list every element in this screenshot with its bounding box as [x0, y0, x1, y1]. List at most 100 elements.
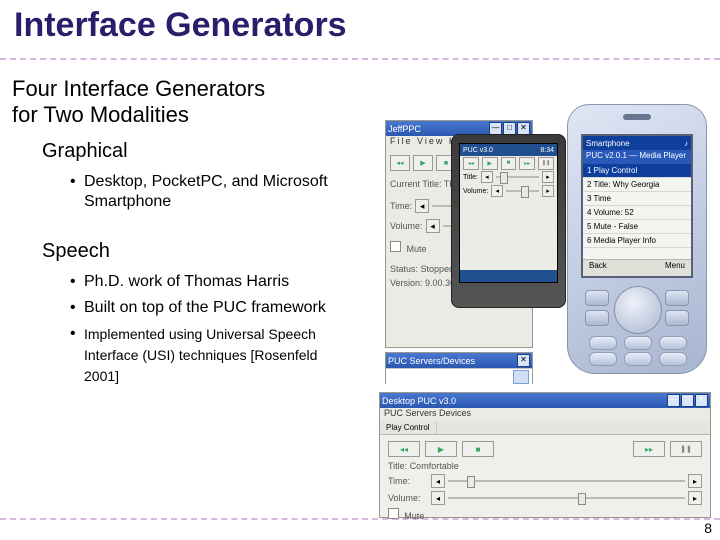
pda-bottombar — [460, 270, 557, 282]
icon-button[interactable] — [513, 370, 529, 384]
softkey-left[interactable]: Back — [589, 261, 607, 275]
pda-title: PUC v3.0 — [463, 147, 493, 154]
window-title: JeffPPC — [388, 124, 421, 134]
vol-left-button[interactable]: ◂ — [426, 219, 440, 233]
phone-subheader: PUC v2.0.1 — Media Player — [583, 150, 691, 164]
keypad-key[interactable] — [589, 352, 617, 366]
softkey-right[interactable]: Menu — [665, 261, 685, 275]
keypad-key[interactable] — [624, 352, 652, 366]
menu-bar[interactable]: PUC Servers Devices — [380, 408, 710, 421]
play-button[interactable]: ▶ — [413, 155, 433, 171]
hw-button[interactable] — [665, 290, 689, 306]
play-button[interactable]: ▶ — [482, 157, 498, 170]
pda-clock: 8:34 — [540, 147, 554, 154]
window-title: Desktop PUC v3.0 — [382, 396, 456, 406]
window-title: PUC Servers/Devices — [388, 356, 475, 366]
desktop-puc-window: Desktop PUC v3.0 — □ ✕ PUC Servers Devic… — [379, 392, 711, 518]
stop-button[interactable]: ■ — [501, 157, 517, 170]
time-left-button[interactable]: ◂ — [415, 199, 429, 213]
hw-button[interactable] — [665, 310, 689, 326]
title-row: Title: Comfortable — [388, 461, 702, 471]
dpad[interactable] — [614, 286, 662, 334]
close-icon[interactable]: ✕ — [517, 354, 530, 367]
pause-button[interactable]: ❚❚ — [670, 441, 702, 457]
transport-controls: ◂◂ ▶ ■ ▸▸ ❚❚ — [460, 156, 557, 170]
puc-servers-window: PUC Servers/Devices ✕ — [385, 352, 533, 384]
list-item: Desktop, PocketPC, and Microsoft Smartph… — [70, 172, 350, 212]
prev-button[interactable]: ◂◂ — [463, 157, 479, 170]
time-left-button[interactable]: ◂ — [431, 474, 445, 488]
vol-left-button[interactable]: ◂ — [431, 491, 445, 505]
next-button[interactable]: ▸▸ — [633, 441, 665, 457]
vol-right-button[interactable]: ▸ — [688, 491, 702, 505]
list-item: Implemented using Universal Speech Inter… — [70, 324, 350, 387]
right-button[interactable]: ▸ — [542, 171, 554, 183]
mute-checkbox[interactable] — [388, 508, 399, 519]
phone-menu-item[interactable]: 5 Mute - False — [583, 220, 691, 234]
pocketpc-device: PUC v3.0 8:34 ◂◂ ▶ ■ ▸▸ ❚❚ Title: ◂ ▸ — [451, 134, 566, 308]
subtitle-line2: for Two Modalities — [12, 102, 189, 127]
phone-menu-item[interactable]: 4 Volume: 52 — [583, 206, 691, 220]
maximize-icon[interactable]: □ — [681, 394, 694, 407]
subtitle: Four Interface Generators for Two Modali… — [12, 76, 265, 128]
mute-row[interactable]: Mute — [388, 508, 702, 521]
keypad-key[interactable] — [624, 336, 652, 350]
time-slider[interactable] — [448, 475, 685, 487]
time-right-button[interactable]: ▸ — [688, 474, 702, 488]
left-button[interactable]: ◂ — [481, 171, 493, 183]
heading-speech: Speech — [42, 240, 110, 263]
volume-row: Volume: ◂ ▸ — [460, 184, 557, 198]
phone-menu-item[interactable]: 2 Title: Why Georgia — [583, 178, 691, 192]
tab[interactable]: Play Control — [380, 421, 437, 434]
graphical-list: Desktop, PocketPC, and Microsoft Smartph… — [70, 172, 350, 218]
time-label: Time: — [390, 201, 412, 211]
pause-button[interactable]: ❚❚ — [538, 157, 554, 170]
volume-slider[interactable] — [448, 492, 685, 504]
right-button[interactable]: ▸ — [542, 185, 554, 197]
left-button[interactable]: ◂ — [491, 185, 503, 197]
keypad-key[interactable] — [659, 352, 687, 366]
prev-button[interactable]: ◂◂ — [388, 441, 420, 457]
volume-label: Volume: — [388, 493, 428, 503]
mute-label: Mute — [404, 511, 424, 521]
softkey-bar: Back Menu — [583, 259, 691, 276]
time-label: Time: — [388, 476, 428, 486]
speech-list: Ph.D. work of Thomas Harris Built on top… — [70, 272, 350, 393]
phone-menu-item[interactable]: 6 Media Player Info — [583, 234, 691, 248]
signal-icon: ♪ — [684, 139, 688, 148]
pda-slider[interactable] — [506, 185, 539, 197]
minimize-icon[interactable]: — — [667, 394, 680, 407]
mute-label: Mute — [407, 244, 427, 254]
slide: Interface Generators Four Interface Gene… — [0, 0, 720, 540]
hw-button[interactable] — [585, 310, 609, 326]
list-item: Ph.D. work of Thomas Harris — [70, 272, 350, 292]
phone-menu-item[interactable]: 1 Play Control — [583, 164, 691, 178]
keypad-key[interactable] — [659, 336, 687, 350]
subtitle-line1: Four Interface Generators — [12, 76, 265, 101]
phone-header: Smartphone ♪ — [583, 136, 691, 150]
transport-controls: ◂◂ ▶ ■ ▸▸ ❚❚ — [388, 441, 702, 457]
screenshots-region: JeffPPC — □ ✕ File View Help ◂◂ ▶ ■ ▸▸ ❚… — [385, 122, 707, 518]
volume-label: Volume: — [390, 221, 423, 231]
mute-checkbox[interactable] — [390, 241, 401, 252]
play-button[interactable]: ▶ — [425, 441, 457, 457]
list-item: Built on top of the PUC framework — [70, 298, 350, 318]
hw-button[interactable] — [585, 290, 609, 306]
pda-slider[interactable] — [496, 171, 539, 183]
titlebar: PUC Servers/Devices ✕ — [386, 353, 532, 368]
title-row: Title: ◂ ▸ — [460, 170, 557, 184]
pda-topbar: PUC v3.0 8:34 — [460, 144, 557, 156]
divider-top — [0, 58, 720, 60]
smartphone-device: Smartphone ♪ PUC v2.0.1 — Media Player 1… — [567, 104, 707, 374]
stop-button[interactable]: ■ — [462, 441, 494, 457]
next-button[interactable]: ▸▸ — [519, 157, 535, 170]
prev-button[interactable]: ◂◂ — [390, 155, 410, 171]
heading-graphical: Graphical — [42, 140, 128, 163]
phone-menu-item[interactable]: 3 Time — [583, 192, 691, 206]
close-icon[interactable]: ✕ — [695, 394, 708, 407]
tab-bar: Play Control — [380, 421, 710, 435]
speaker — [623, 114, 651, 120]
window-body — [386, 368, 532, 384]
keypad-key[interactable] — [589, 336, 617, 350]
slide-title: Interface Generators — [14, 6, 347, 45]
